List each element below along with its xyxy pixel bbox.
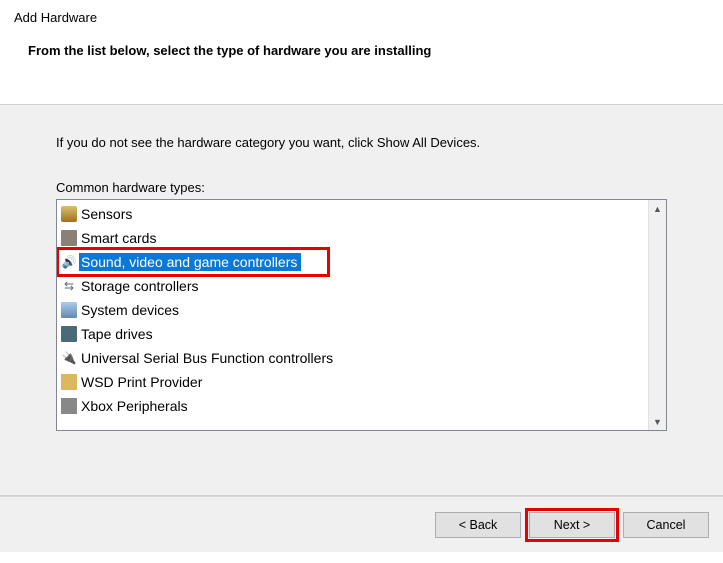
usb-icon: 🔌	[61, 350, 77, 366]
printer-icon	[61, 374, 77, 390]
storage-icon: ⇆	[61, 278, 77, 294]
list-item-label: Smart cards	[81, 230, 156, 246]
list-item[interactable]: System devices	[57, 298, 648, 322]
list-item-label: Universal Serial Bus Function controller…	[81, 350, 333, 366]
xbox-icon	[61, 398, 77, 414]
wizard-header: Add Hardware From the list below, select…	[0, 0, 723, 104]
listbox-scrollbar[interactable]: ▲ ▼	[648, 200, 666, 430]
hardware-types-listbox[interactable]: SensorsSmart cards🔊Sound, video and game…	[56, 199, 667, 431]
sensors-icon	[61, 206, 77, 222]
instruction-text: If you do not see the hardware category …	[56, 135, 667, 150]
list-item[interactable]: ⇆Storage controllers	[57, 274, 648, 298]
wizard-footer: < Back Next > Cancel	[0, 496, 723, 552]
next-button[interactable]: Next >	[529, 512, 615, 538]
list-item[interactable]: Tape drives	[57, 322, 648, 346]
scroll-up-button[interactable]: ▲	[649, 200, 666, 217]
tape-drive-icon	[61, 326, 77, 342]
back-button[interactable]: < Back	[435, 512, 521, 538]
system-device-icon	[61, 302, 77, 318]
scroll-down-button[interactable]: ▼	[649, 413, 666, 430]
window-title: Add Hardware	[14, 10, 709, 25]
list-item[interactable]: 🔊Sound, video and game controllers	[57, 250, 648, 274]
speaker-icon: 🔊	[61, 254, 77, 270]
list-item-label: Tape drives	[81, 326, 153, 342]
list-item[interactable]: Smart cards	[57, 226, 648, 250]
page-subtitle: From the list below, select the type of …	[14, 43, 709, 58]
list-item-label: Xbox Peripherals	[81, 398, 188, 414]
list-item[interactable]: 🔌Universal Serial Bus Function controlle…	[57, 346, 648, 370]
list-item[interactable]: Sensors	[57, 202, 648, 226]
cancel-button[interactable]: Cancel	[623, 512, 709, 538]
list-item[interactable]: Xbox Peripherals	[57, 394, 648, 418]
list-label: Common hardware types:	[56, 180, 667, 195]
list-item-label: System devices	[81, 302, 179, 318]
list-item-label: Sound, video and game controllers	[81, 254, 297, 270]
list-item[interactable]: WSD Print Provider	[57, 370, 648, 394]
list-item-label: Sensors	[81, 206, 132, 222]
wizard-body: If you do not see the hardware category …	[0, 105, 723, 495]
list-item-label: Storage controllers	[81, 278, 199, 294]
list-item-label: WSD Print Provider	[81, 374, 202, 390]
smart-card-icon	[61, 230, 77, 246]
